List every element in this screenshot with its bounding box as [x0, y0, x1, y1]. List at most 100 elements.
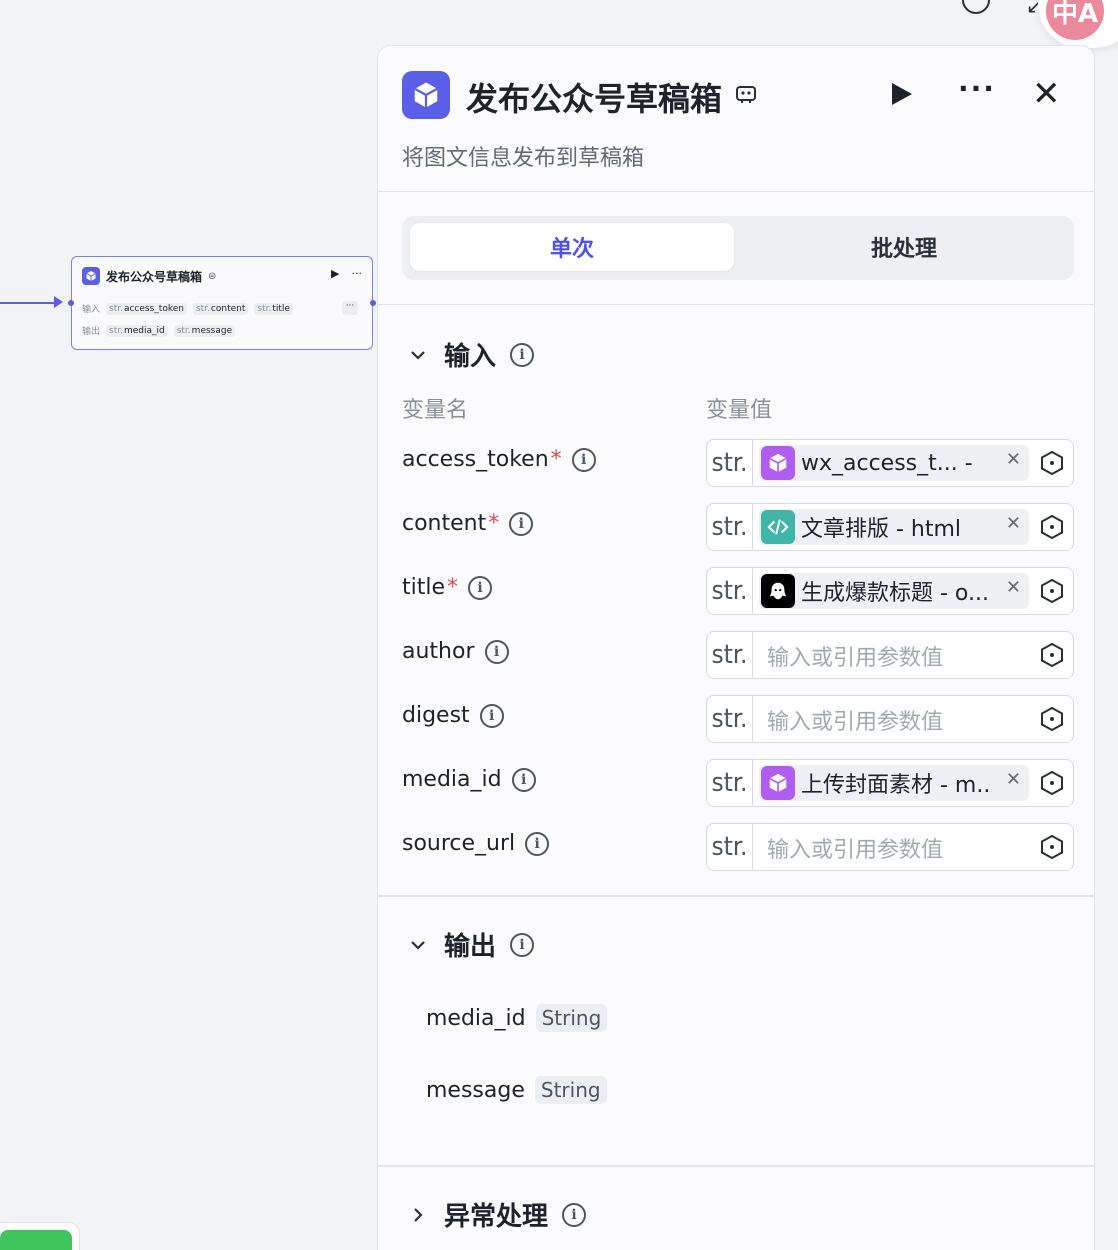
- reference-chip[interactable]: 文章排版 - html ✕: [759, 509, 1029, 545]
- input-row-content: content * i str. 文章排版 - html ✕: [378, 503, 1094, 551]
- variable-reference-icon[interactable]: [1039, 706, 1065, 732]
- param-value-input[interactable]: 输入或引用参数值: [767, 640, 943, 672]
- llm-icon: [761, 574, 795, 608]
- code-icon: [761, 510, 795, 544]
- node-inputs-row: 输入 str.access_token str.content str.titl…: [82, 302, 293, 315]
- info-icon[interactable]: i: [510, 342, 535, 367]
- history-icon[interactable]: [962, 0, 990, 14]
- input-row-access-token: access_token * i str. wx_access_t... - ✕: [378, 439, 1094, 487]
- param-value-input[interactable]: 输入或引用参数值: [767, 704, 943, 736]
- cube-icon: [761, 766, 795, 800]
- input-section-header[interactable]: 输入 i: [406, 336, 535, 373]
- cube-icon: [82, 267, 100, 285]
- tab-single[interactable]: 单次: [410, 223, 734, 271]
- node-input-label: 输入: [82, 305, 101, 315]
- param-value-input[interactable]: 输入或引用参数值: [767, 832, 943, 864]
- info-icon[interactable]: i: [571, 447, 596, 472]
- param-value-field[interactable]: str. wx_access_t... - ✕: [706, 439, 1074, 487]
- info-icon[interactable]: i: [509, 511, 534, 536]
- reference-chip[interactable]: 生成爆款标题 - o... ✕: [759, 573, 1029, 609]
- node-output-port[interactable]: [370, 300, 376, 306]
- clear-reference-icon[interactable]: ✕: [1006, 513, 1021, 534]
- input-row-source-url: source_url i str. 输入或引用参数值: [378, 823, 1094, 871]
- reference-text: 文章排版 - html: [801, 517, 962, 542]
- param-name: title: [402, 575, 446, 600]
- type-selector[interactable]: str.: [707, 760, 753, 805]
- param-value-field[interactable]: str. 文章排版 - html ✕: [706, 503, 1074, 551]
- node-expand-inputs[interactable]: ···: [342, 301, 358, 315]
- clear-reference-icon[interactable]: ✕: [1006, 769, 1021, 790]
- green-action-button[interactable]: [0, 1230, 72, 1250]
- node-more-icon[interactable]: ···: [352, 267, 363, 280]
- node-output-chip: str.message: [173, 324, 236, 337]
- type-selector[interactable]: str.: [707, 568, 753, 613]
- info-icon[interactable]: i: [562, 1202, 587, 1227]
- error-section-title: 异常处理: [444, 1202, 549, 1232]
- mode-tabs: 单次 批处理: [402, 216, 1074, 280]
- node-input-port[interactable]: [68, 300, 74, 306]
- close-icon[interactable]: ✕: [1032, 74, 1061, 114]
- cube-icon: [761, 446, 795, 480]
- input-section-title: 输入: [444, 342, 497, 372]
- output-row: message String: [426, 1076, 607, 1104]
- cube-icon: [402, 71, 450, 119]
- node-outputs-row: 输出 str.media_id str.message: [82, 324, 236, 337]
- param-value-field[interactable]: str. 输入或引用参数值: [706, 823, 1074, 871]
- info-icon[interactable]: i: [468, 575, 493, 600]
- edge-arrowhead: [54, 296, 63, 308]
- variable-reference-icon[interactable]: [1039, 834, 1065, 860]
- panel-header: 发布公众号草稿箱 ··· ✕ 将图文信息发布到草稿箱: [378, 46, 1094, 192]
- info-icon[interactable]: i: [511, 767, 536, 792]
- output-section-header[interactable]: 输出 i: [406, 926, 535, 963]
- run-icon[interactable]: [892, 83, 912, 105]
- panel-title[interactable]: 发布公众号草稿箱: [466, 74, 722, 120]
- info-icon[interactable]: i: [510, 932, 535, 957]
- variable-reference-icon[interactable]: [1039, 514, 1065, 540]
- node-header: 发布公众号草稿箱 ⊜: [82, 267, 216, 285]
- plugin-icon[interactable]: [734, 82, 758, 110]
- variable-reference-icon[interactable]: [1039, 642, 1065, 668]
- node-input-chip: str.access_token: [106, 302, 187, 315]
- more-icon[interactable]: ···: [958, 72, 996, 105]
- output-type-badge: String: [535, 1004, 608, 1032]
- node-output-chip: str.media_id: [106, 324, 168, 337]
- node-input-chip: str.title: [254, 302, 293, 315]
- input-row-digest: digest i str. 输入或引用参数值: [378, 695, 1094, 743]
- section-divider: [378, 1165, 1094, 1167]
- info-icon[interactable]: i: [525, 831, 550, 856]
- chevron-right-icon[interactable]: [406, 1203, 430, 1227]
- node-title: 发布公众号草稿箱: [106, 269, 203, 284]
- chevron-down-icon[interactable]: [406, 343, 430, 367]
- input-row-media-id: media_id i str. 上传封面素材 - m.. ✕: [378, 759, 1094, 807]
- workflow-node[interactable]: 发布公众号草稿箱 ⊜ ▶ ··· 输入 str.access_token str…: [68, 256, 376, 350]
- param-value-field[interactable]: str. 输入或引用参数值: [706, 695, 1074, 743]
- reference-chip[interactable]: wx_access_t... - ✕: [759, 445, 1029, 481]
- type-selector[interactable]: str.: [707, 504, 753, 549]
- input-row-author: author i str. 输入或引用参数值: [378, 631, 1094, 679]
- tab-batch[interactable]: 批处理: [742, 223, 1066, 271]
- type-selector[interactable]: str.: [707, 440, 753, 485]
- param-name: access_token: [402, 447, 549, 472]
- type-selector[interactable]: str.: [707, 824, 753, 869]
- reference-chip[interactable]: 上传封面素材 - m.. ✕: [759, 765, 1029, 801]
- variable-reference-icon[interactable]: [1039, 578, 1065, 604]
- info-icon[interactable]: i: [479, 703, 504, 728]
- clear-reference-icon[interactable]: ✕: [1006, 577, 1021, 598]
- error-section-header[interactable]: 异常处理 i: [406, 1196, 587, 1233]
- node-run-icon[interactable]: ▶: [331, 267, 339, 280]
- info-icon[interactable]: i: [484, 639, 509, 664]
- param-name: source_url: [402, 831, 516, 856]
- clear-reference-icon[interactable]: ✕: [1006, 449, 1021, 470]
- type-selector[interactable]: str.: [707, 632, 753, 677]
- output-section-title: 输出: [444, 932, 497, 962]
- param-value-field[interactable]: str. 上传封面素材 - m.. ✕: [706, 759, 1074, 807]
- chevron-down-icon[interactable]: [406, 933, 430, 957]
- plugin-icon: ⊜: [208, 270, 217, 282]
- param-value-field[interactable]: str. 输入或引用参数值: [706, 631, 1074, 679]
- variable-reference-icon[interactable]: [1039, 770, 1065, 796]
- mode-tabs-area: 单次 批处理: [378, 192, 1094, 305]
- variable-reference-icon[interactable]: [1039, 450, 1065, 476]
- type-selector[interactable]: str.: [707, 696, 753, 741]
- param-value-field[interactable]: str. 生成爆款标题 - o... ✕: [706, 567, 1074, 615]
- required-mark: *: [488, 511, 500, 536]
